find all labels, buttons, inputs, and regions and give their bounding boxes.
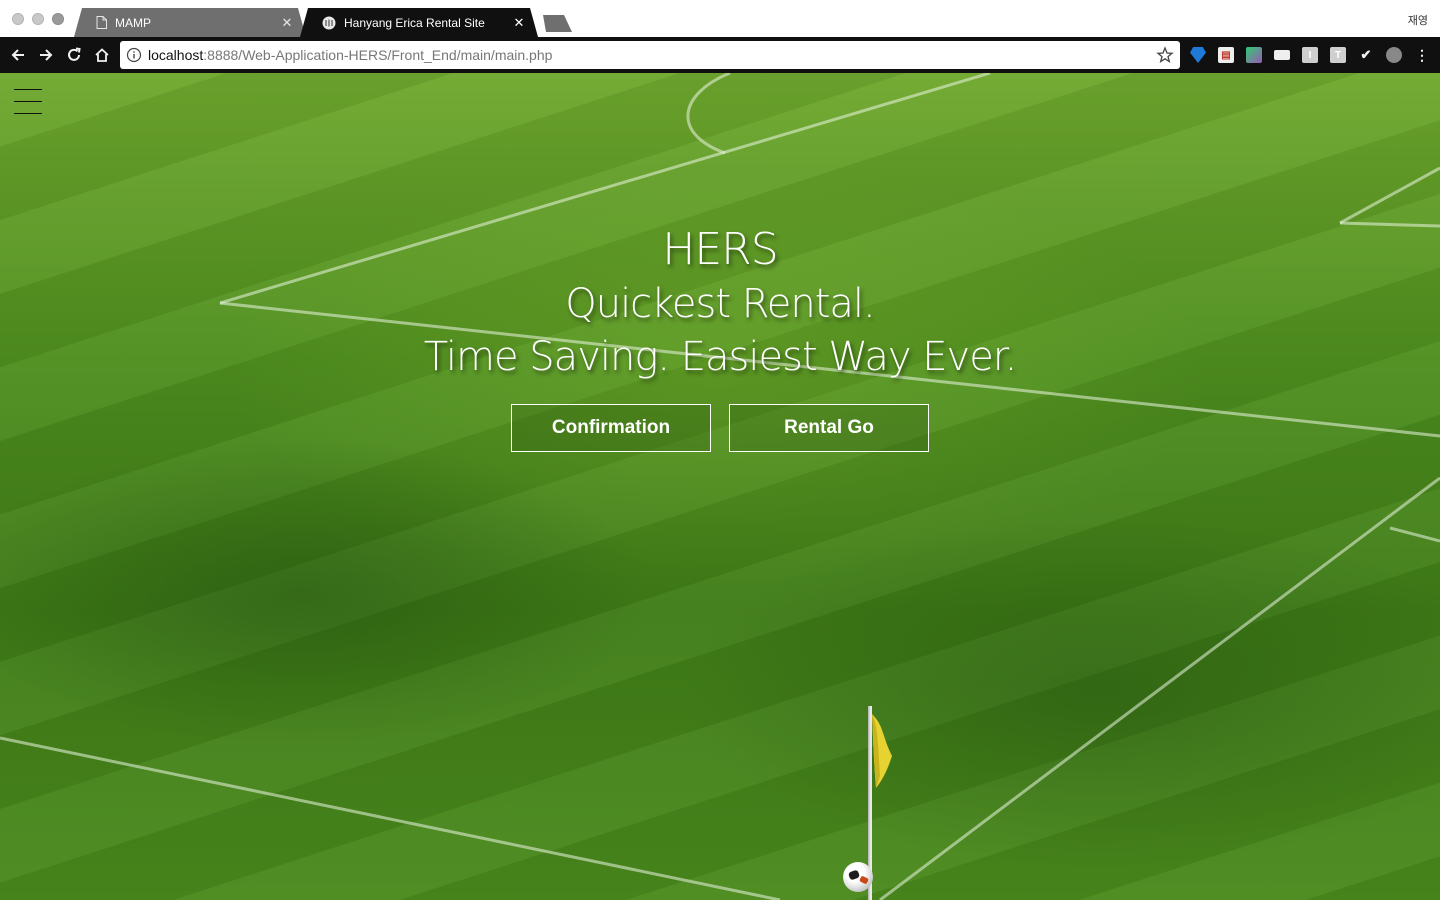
keyboard-extension-icon[interactable] — [1274, 50, 1290, 60]
browser-toolbar: localhost:8888/Web-Application-HERS/Fron… — [0, 37, 1440, 73]
url-text: localhost:8888/Web-Application-HERS/Fron… — [148, 47, 553, 63]
brush-extension-icon[interactable]: ✔ — [1358, 47, 1374, 63]
info-extension-icon[interactable]: I — [1302, 47, 1318, 63]
confirmation-button[interactable]: Confirmation — [511, 404, 711, 452]
window-zoom-button[interactable] — [52, 13, 64, 25]
tab-title: MAMP — [115, 15, 151, 30]
site-favicon-icon — [322, 16, 336, 29]
arrow-right-icon — [40, 49, 53, 61]
menu-kebab-icon[interactable]: ⋮ — [1414, 47, 1430, 63]
info-icon[interactable] — [126, 47, 142, 63]
gem-extension-icon[interactable] — [1190, 47, 1206, 63]
hero-title: HERS — [662, 224, 778, 275]
globe-extension-icon[interactable] — [1386, 47, 1402, 63]
new-tab-button[interactable] — [538, 15, 572, 32]
soccer-ball-image — [843, 862, 873, 892]
profile-name[interactable]: 재영 — [1408, 12, 1428, 28]
tab-close-icon[interactable]: ✕ — [512, 15, 526, 31]
back-button[interactable] — [6, 43, 30, 67]
arrow-left-icon — [11, 49, 24, 61]
reload-icon — [68, 47, 81, 61]
text-extension-icon[interactable]: T — [1330, 47, 1346, 63]
home-icon — [95, 48, 109, 62]
tab-title: Hanyang Erica Rental Site — [344, 15, 485, 30]
forward-button[interactable] — [34, 43, 58, 67]
tab-close-icon[interactable]: ✕ — [280, 15, 294, 31]
bookmark-star-icon[interactable] — [1156, 46, 1174, 64]
hero-section: HERS Quickest Rental. Time Saving. Easie… — [0, 73, 1440, 900]
document-icon — [96, 16, 107, 29]
hero-tagline: Time Saving. Easiest Way Ever. — [423, 334, 1018, 380]
browser-titlebar: MAMP ✕ Hanyang Erica Rental Site ✕ 재영 — [0, 0, 1440, 37]
hero-headline: HERS Quickest Rental. Time Saving. Easie… — [0, 223, 1440, 383]
tab-hanyang-erica[interactable]: Hanyang Erica Rental Site ✕ — [300, 8, 538, 37]
tab-mamp[interactable]: MAMP ✕ — [74, 8, 306, 37]
pdf-extension-icon[interactable]: ▤ — [1218, 47, 1234, 63]
menu-hamburger-button[interactable] — [14, 89, 42, 115]
home-button[interactable] — [90, 43, 114, 67]
window-minimize-button[interactable] — [32, 13, 44, 25]
hero-subtitle: Quickest Rental. — [565, 281, 876, 327]
address-bar[interactable]: localhost:8888/Web-Application-HERS/Fron… — [120, 41, 1180, 69]
rental-go-button[interactable]: Rental Go — [729, 404, 929, 452]
window-close-button[interactable] — [12, 13, 24, 25]
pitch-lines-decoration — [0, 73, 1440, 900]
hero-buttons: Confirmation Rental Go — [511, 404, 929, 452]
reload-button[interactable] — [62, 43, 86, 67]
color-picker-extension-icon[interactable] — [1246, 47, 1262, 63]
